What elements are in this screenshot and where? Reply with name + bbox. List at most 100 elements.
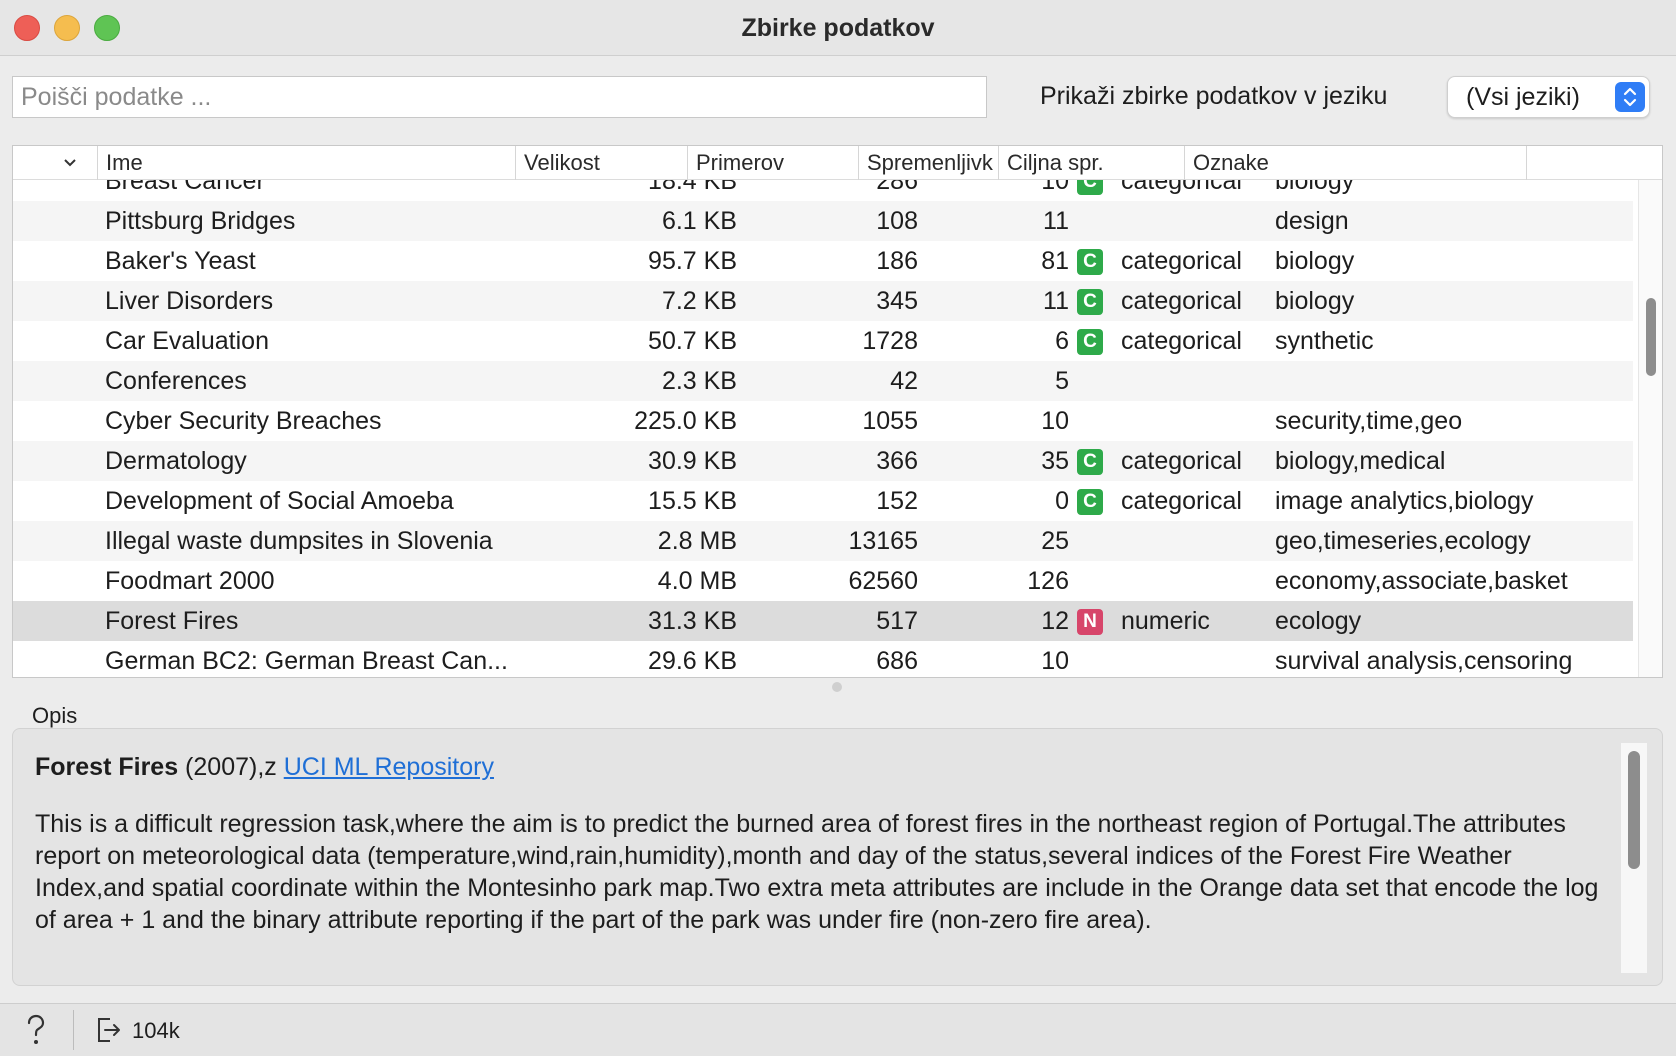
dataset-target — [1121, 201, 1271, 241]
search-input[interactable] — [12, 76, 987, 118]
language-select[interactable]: (Vsi jeziki) — [1447, 76, 1650, 118]
dataset-tags: geo,timeseries,ecology — [1275, 527, 1531, 555]
dataset-target: categorical — [1121, 327, 1242, 355]
dataset-instances: 286 — [876, 180, 918, 195]
dataset-size: 50.7 KB — [648, 327, 737, 355]
window-title: Zbirke podatkov — [741, 14, 935, 42]
dataset-target: numeric — [1121, 607, 1210, 635]
dataset-variables: 6 — [1055, 327, 1069, 355]
table-row[interactable]: Dermatology 30.9 KB 366 35 Ccategorical biolo… — [13, 441, 1633, 481]
output-icon — [98, 1018, 120, 1042]
dataset-instances: 186 — [876, 247, 918, 275]
dataset-instances: 686 — [876, 647, 918, 675]
dataset-variables: 10 — [1041, 407, 1069, 435]
description-scrollbar-thumb[interactable] — [1628, 751, 1640, 869]
column-header-name[interactable]: Ime — [97, 146, 515, 180]
column-header-size[interactable]: Velikost — [515, 146, 687, 180]
column-header-variables[interactable]: Spremenljivk — [858, 146, 998, 180]
dataset-size: 29.6 KB — [648, 647, 737, 675]
column-header-instances[interactable]: Primerov — [687, 146, 858, 180]
description-label: Opis — [32, 703, 78, 728]
dataset-instances: 1055 — [862, 407, 918, 435]
table-scrollbar[interactable] — [1638, 180, 1662, 677]
dataset-name: Cyber Security Breaches — [105, 407, 382, 435]
table-row[interactable]: Pittsburg Bridges 6.1 KB 108 11 design — [13, 201, 1633, 241]
title-bar: Zbirke podatkov — [0, 0, 1676, 56]
target-type-badge: C — [1077, 329, 1103, 355]
table-row[interactable]: Cyber Security Breaches 225.0 KB 1055 10 sec… — [13, 401, 1633, 441]
dataset-instances: 108 — [876, 207, 918, 235]
table-row[interactable]: Foodmart 2000 4.0 MB 62560 126 economy,assoc… — [13, 561, 1633, 601]
dataset-variables: 10 — [1041, 647, 1069, 675]
table-body: Breast Cancer 18.4 KB 286 10 Ccategorical bio… — [13, 180, 1633, 677]
dataset-size: 225.0 KB — [634, 407, 737, 435]
dataset-size: 2.3 KB — [661, 367, 737, 395]
dataset-tags: survival analysis,censoring — [1275, 647, 1573, 675]
dataset-name: Dermatology — [105, 447, 247, 475]
table-row[interactable]: Forest Fires 31.3 KB 517 12 Nnumeric ecology — [13, 601, 1633, 641]
table-row[interactable]: Car Evaluation 50.7 KB 1728 6 Ccategorical sy… — [13, 321, 1633, 361]
column-header-tags[interactable]: Oznake — [1184, 146, 1527, 180]
datasets-table: Ime Velikost Primerov Spremenljivk Ciljn… — [12, 145, 1663, 678]
dataset-name: Forest Fires — [105, 607, 239, 635]
dataset-target — [1121, 641, 1271, 677]
dataset-variables: 10 — [1041, 180, 1069, 195]
splitter-handle[interactable] — [832, 682, 842, 692]
dataset-variables: 81 — [1041, 247, 1069, 275]
dataset-tags: image analytics,biology — [1275, 487, 1534, 515]
table-rows: Breast Cancer 18.4 KB 286 10 Ccategorical bio… — [13, 180, 1633, 677]
dataset-tags: design — [1275, 207, 1349, 235]
target-type-badge: C — [1077, 180, 1103, 195]
dataset-instances: 345 — [876, 287, 918, 315]
dataset-name: Car Evaluation — [105, 327, 269, 355]
dataset-target — [1121, 401, 1271, 441]
dataset-name: German BC2: German Breast Can... — [105, 647, 508, 675]
dataset-variables: 35 — [1041, 447, 1069, 475]
table-row[interactable]: German BC2: German Breast Can... 29.6 KB 6… — [13, 641, 1633, 677]
table-scrollbar-thumb[interactable] — [1646, 298, 1656, 376]
table-row[interactable]: Baker's Yeast 95.7 KB 186 81 Ccategorical bio… — [13, 241, 1633, 281]
column-header-target[interactable]: Ciljna spr. — [998, 146, 1184, 180]
dataset-target: categorical — [1121, 247, 1242, 275]
help-icon[interactable] — [24, 1014, 48, 1046]
table-row[interactable]: Conferences 2.3 KB 42 5 — [13, 361, 1633, 401]
description-year: (2007),z — [178, 753, 284, 781]
dataset-size: 6.1 KB — [661, 207, 737, 235]
dataset-tags — [1275, 361, 1631, 401]
dataset-variables: 11 — [1043, 287, 1069, 315]
output-count: 104k — [132, 1018, 180, 1043]
dataset-target: categorical — [1121, 487, 1242, 515]
dataset-name: Pittsburg Bridges — [105, 207, 296, 235]
language-label: Prikaži zbirke podatkov v jeziku — [1040, 82, 1388, 110]
target-type-badge: N — [1077, 609, 1103, 635]
dataset-target — [1121, 521, 1271, 561]
dataset-target: categorical — [1121, 287, 1242, 315]
dataset-target: categorical — [1121, 447, 1242, 475]
dataset-variables: 25 — [1041, 527, 1069, 555]
description-header: Forest Fires (2007),z UCI ML Repository — [35, 753, 494, 782]
description-title: Forest Fires — [35, 753, 179, 781]
dataset-size: 2.8 MB — [657, 527, 737, 555]
select-arrows-icon — [1615, 82, 1645, 112]
target-type-badge: C — [1077, 449, 1103, 475]
dataset-target: categorical — [1121, 180, 1242, 195]
dataset-target — [1121, 361, 1271, 401]
dataset-size: 31.3 KB — [648, 607, 737, 635]
table-row[interactable]: Illegal waste dumpsites in Slovenia 2.8 M… — [13, 521, 1633, 561]
source-link[interactable]: UCI ML Repository — [284, 753, 494, 781]
table-row[interactable]: Liver Disorders 7.2 KB 345 11 Ccategorical bi… — [13, 281, 1633, 321]
dataset-instances: 13165 — [848, 527, 918, 555]
dataset-variables: 126 — [1027, 567, 1069, 595]
dataset-name: Baker's Yeast — [105, 247, 256, 275]
dataset-size: 95.7 KB — [648, 247, 737, 275]
dataset-instances: 517 — [876, 607, 918, 635]
table-row[interactable]: Breast Cancer 18.4 KB 286 10 Ccategorical bio… — [13, 180, 1633, 201]
dataset-name: Breast Cancer — [105, 180, 265, 195]
status-bar: 104k — [0, 1003, 1676, 1056]
dataset-size: 4.0 MB — [657, 567, 737, 595]
column-header-local[interactable] — [13, 146, 97, 180]
description-scrollbar[interactable] — [1621, 743, 1647, 973]
table-row[interactable]: Development of Social Amoeba 15.5 KB 152 0 C… — [13, 481, 1633, 521]
dataset-tags: biology — [1275, 247, 1355, 275]
target-type-badge: C — [1077, 249, 1103, 275]
